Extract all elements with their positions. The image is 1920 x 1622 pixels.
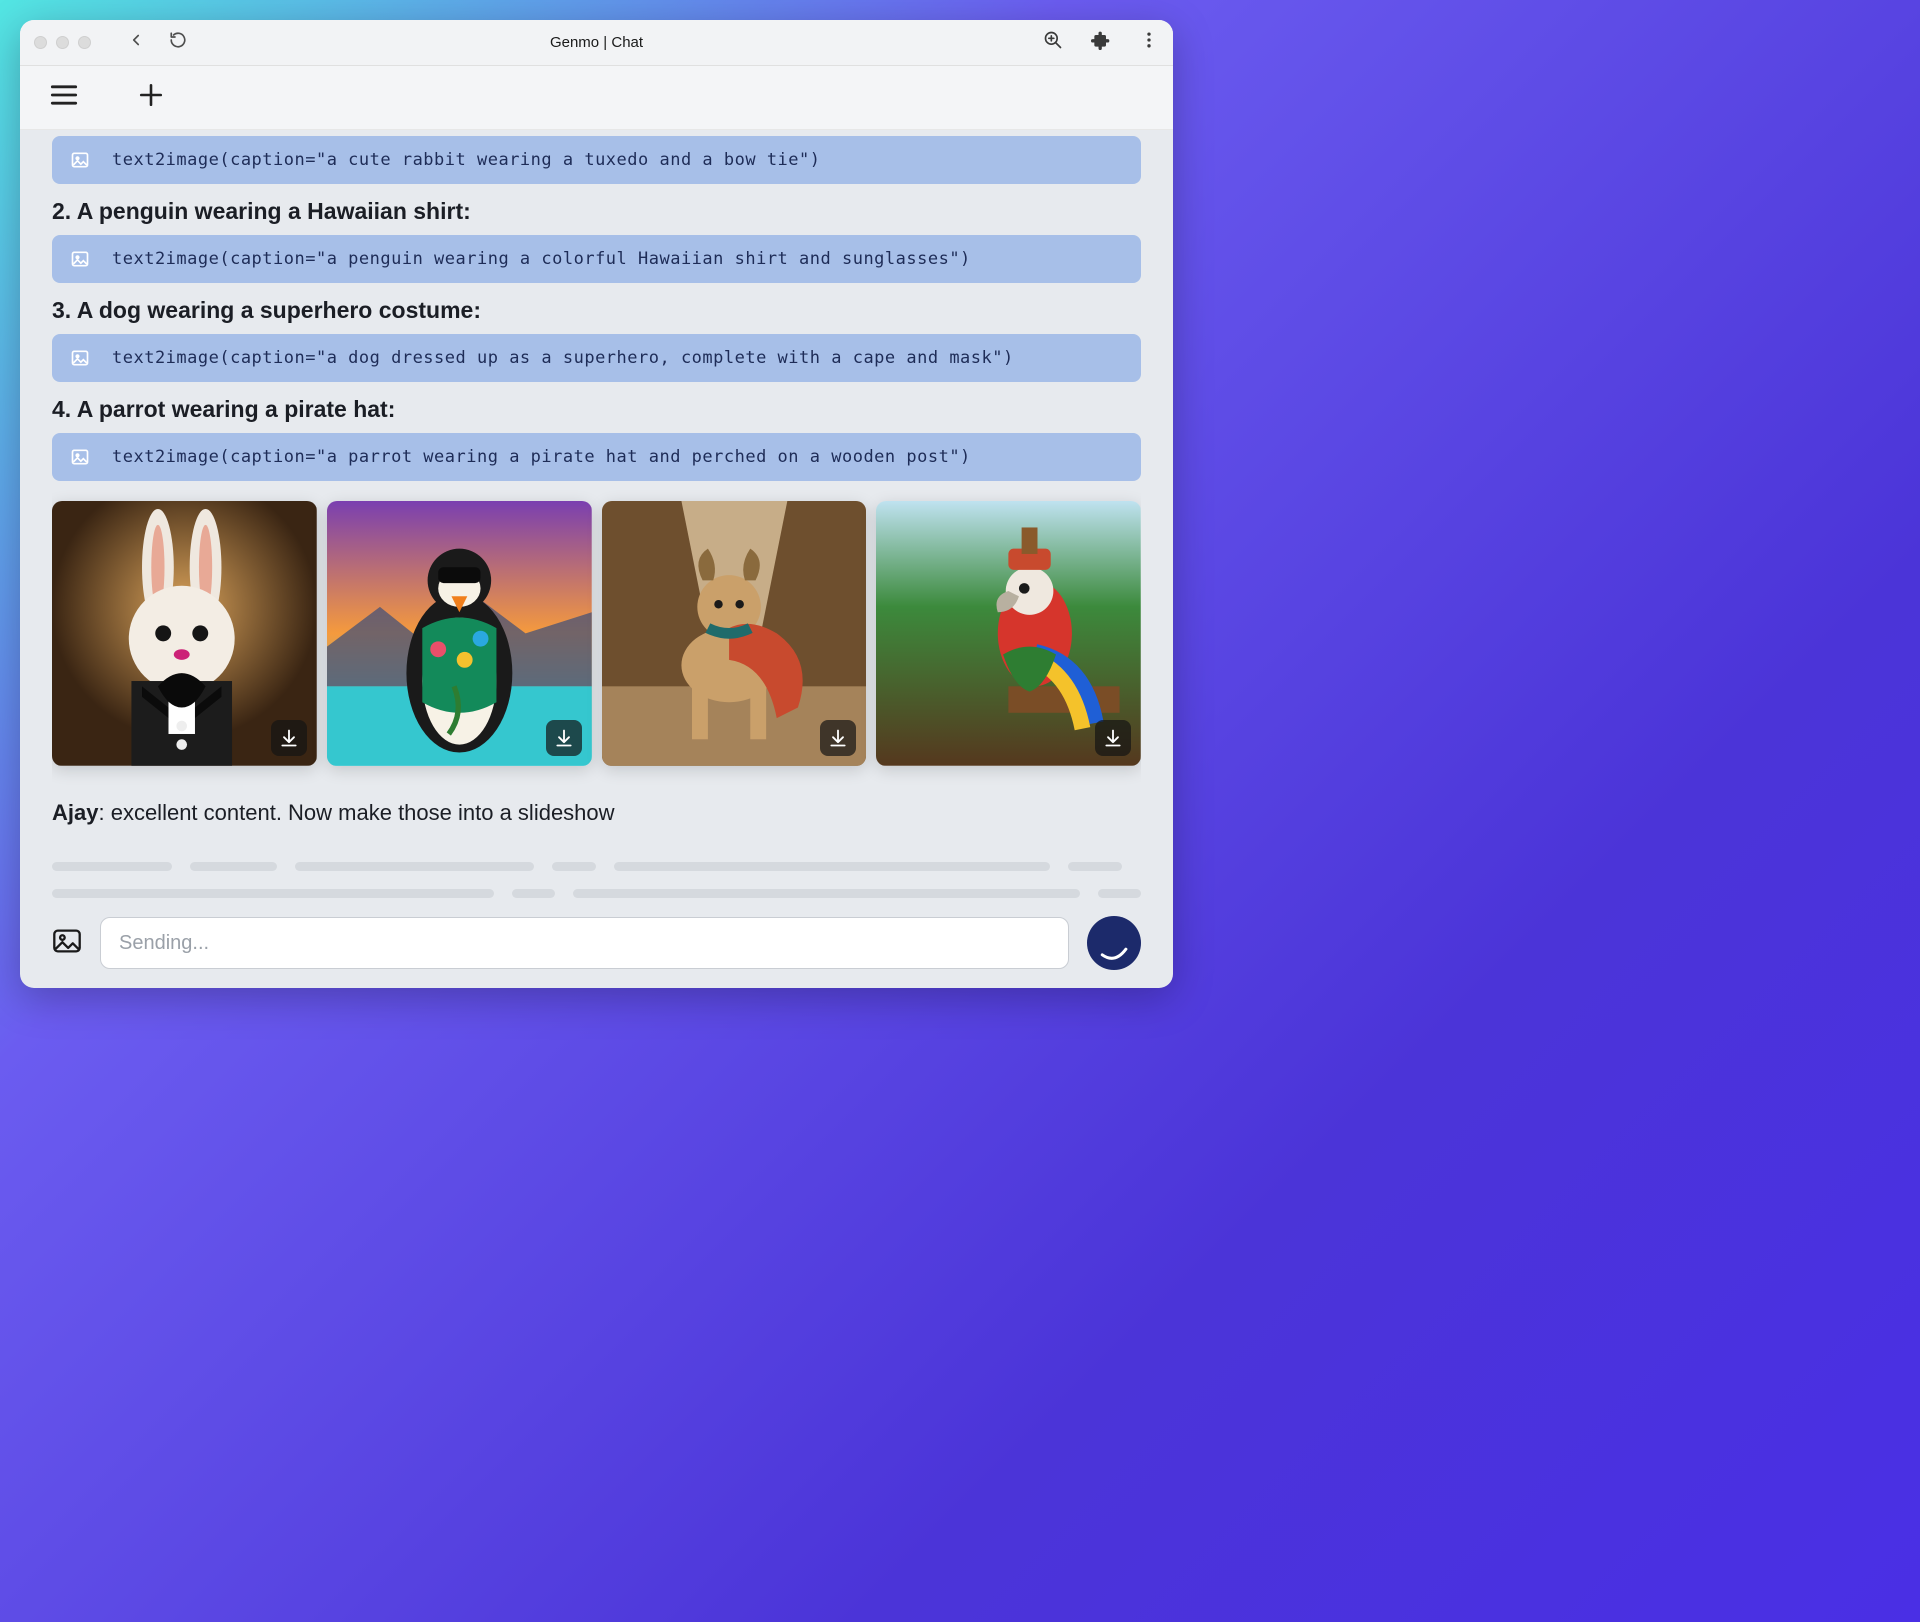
code-block[interactable]: text2image(caption="a penguin wearing a … [52,235,1141,283]
reload-icon[interactable] [169,31,187,54]
code-block[interactable]: text2image(caption="a parrot wearing a p… [52,433,1141,481]
prompt-heading: 4. A parrot wearing a pirate hat: [52,396,1141,423]
download-icon[interactable] [820,720,856,756]
code-text: text2image(caption="a parrot wearing a p… [112,447,971,467]
image-gallery [52,501,1141,766]
app-window: Genmo | Chat text2image(caption="a cu [20,20,1173,988]
composer-input[interactable] [100,917,1069,969]
gen-image-rabbit[interactable] [52,501,317,766]
code-block[interactable]: text2image(caption="a dog dressed up as … [52,334,1141,382]
send-button[interactable] [1087,916,1141,970]
titlebar: Genmo | Chat [20,20,1173,66]
nav-buttons [127,31,187,54]
loading-skeleton [52,862,1141,898]
app-toolbar [20,66,1173,130]
image-icon [70,150,90,170]
gen-image-parrot[interactable] [876,501,1141,766]
code-text: text2image(caption="a cute rabbit wearin… [112,150,821,170]
zoom-in-icon[interactable] [1043,30,1063,55]
composer [52,902,1141,988]
gen-image-dog[interactable] [602,501,867,766]
more-icon[interactable] [1139,30,1159,55]
new-chat-icon[interactable] [138,82,164,113]
attach-image-icon[interactable] [52,928,82,959]
image-icon [70,447,90,467]
minimize-dot[interactable] [56,36,69,49]
code-text: text2image(caption="a penguin wearing a … [112,249,971,269]
user-text: : excellent content. Now make those into… [98,800,614,825]
download-icon[interactable] [1095,720,1131,756]
menu-icon[interactable] [50,84,78,111]
image-icon [70,249,90,269]
code-block[interactable]: text2image(caption="a cute rabbit wearin… [52,136,1141,184]
download-icon[interactable] [546,720,582,756]
extensions-icon[interactable] [1091,30,1111,55]
prompt-heading: 2. A penguin wearing a Hawaiian shirt: [52,198,1141,225]
chat-content: text2image(caption="a cute rabbit wearin… [20,130,1173,988]
gen-image-penguin[interactable] [327,501,592,766]
zoom-dot[interactable] [78,36,91,49]
code-text: text2image(caption="a dog dressed up as … [112,348,1014,368]
user-message: Ajay: excellent content. Now make those … [52,800,1141,826]
user-name: Ajay [52,800,98,825]
back-icon[interactable] [127,31,145,54]
prompt-heading: 3. A dog wearing a superhero costume: [52,297,1141,324]
window-controls[interactable] [34,36,91,49]
window-title: Genmo | Chat [20,34,1173,51]
close-dot[interactable] [34,36,47,49]
download-icon[interactable] [271,720,307,756]
image-icon [70,348,90,368]
